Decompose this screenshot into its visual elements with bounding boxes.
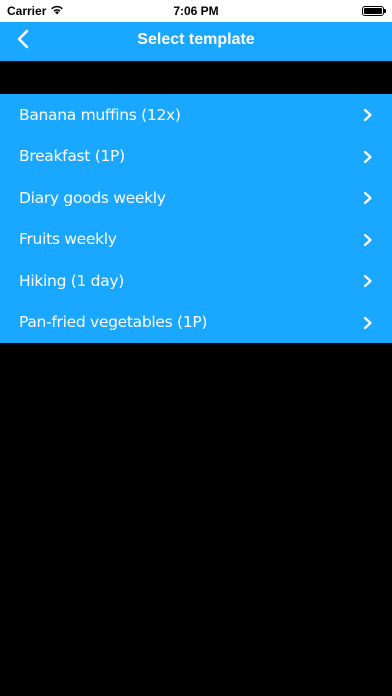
list-item-fruits-weekly[interactable]: Fruits weekly <box>0 219 392 261</box>
chevron-right-icon <box>362 191 374 205</box>
list-item-diary-goods-weekly[interactable]: Diary goods weekly <box>0 177 392 219</box>
status-bar: Carrier 7:06 PM <box>0 0 392 22</box>
chevron-right-icon <box>362 233 374 247</box>
list-item-hiking[interactable]: Hiking (1 day) <box>0 260 392 302</box>
chevron-right-icon <box>362 150 374 164</box>
list-item-label: Fruits weekly <box>19 230 117 249</box>
list-item-label: Diary goods weekly <box>19 188 166 207</box>
header-spacer <box>0 61 392 94</box>
page-title: Select template <box>137 31 255 48</box>
back-button[interactable] <box>6 24 40 58</box>
battery-icon <box>362 6 386 16</box>
list-item-label: Breakfast (1P) <box>19 147 125 166</box>
list-item-label: Hiking (1 day) <box>19 271 125 290</box>
list-item-label: Banana muffins (12x) <box>19 105 181 124</box>
status-time: 7:06 PM <box>173 4 219 18</box>
chevron-right-icon <box>362 316 374 330</box>
list-item-banana-muffins[interactable]: Banana muffins (12x) <box>0 94 392 136</box>
list-item-pan-fried-vegetables[interactable]: Pan-fried vegetables (1P) <box>0 302 392 344</box>
screen: Carrier 7:06 PM Select template Banana m… <box>0 0 392 696</box>
list-item-label: Pan-fried vegetables (1P) <box>19 313 208 332</box>
template-list: Banana muffins (12x) Breakfast (1P) Diar… <box>0 94 392 343</box>
chevron-right-icon <box>362 108 374 122</box>
navigation-bar: Select template <box>0 22 392 61</box>
chevron-right-icon <box>362 274 374 288</box>
list-item-breakfast[interactable]: Breakfast (1P) <box>0 136 392 178</box>
chevron-left-icon <box>17 29 29 54</box>
